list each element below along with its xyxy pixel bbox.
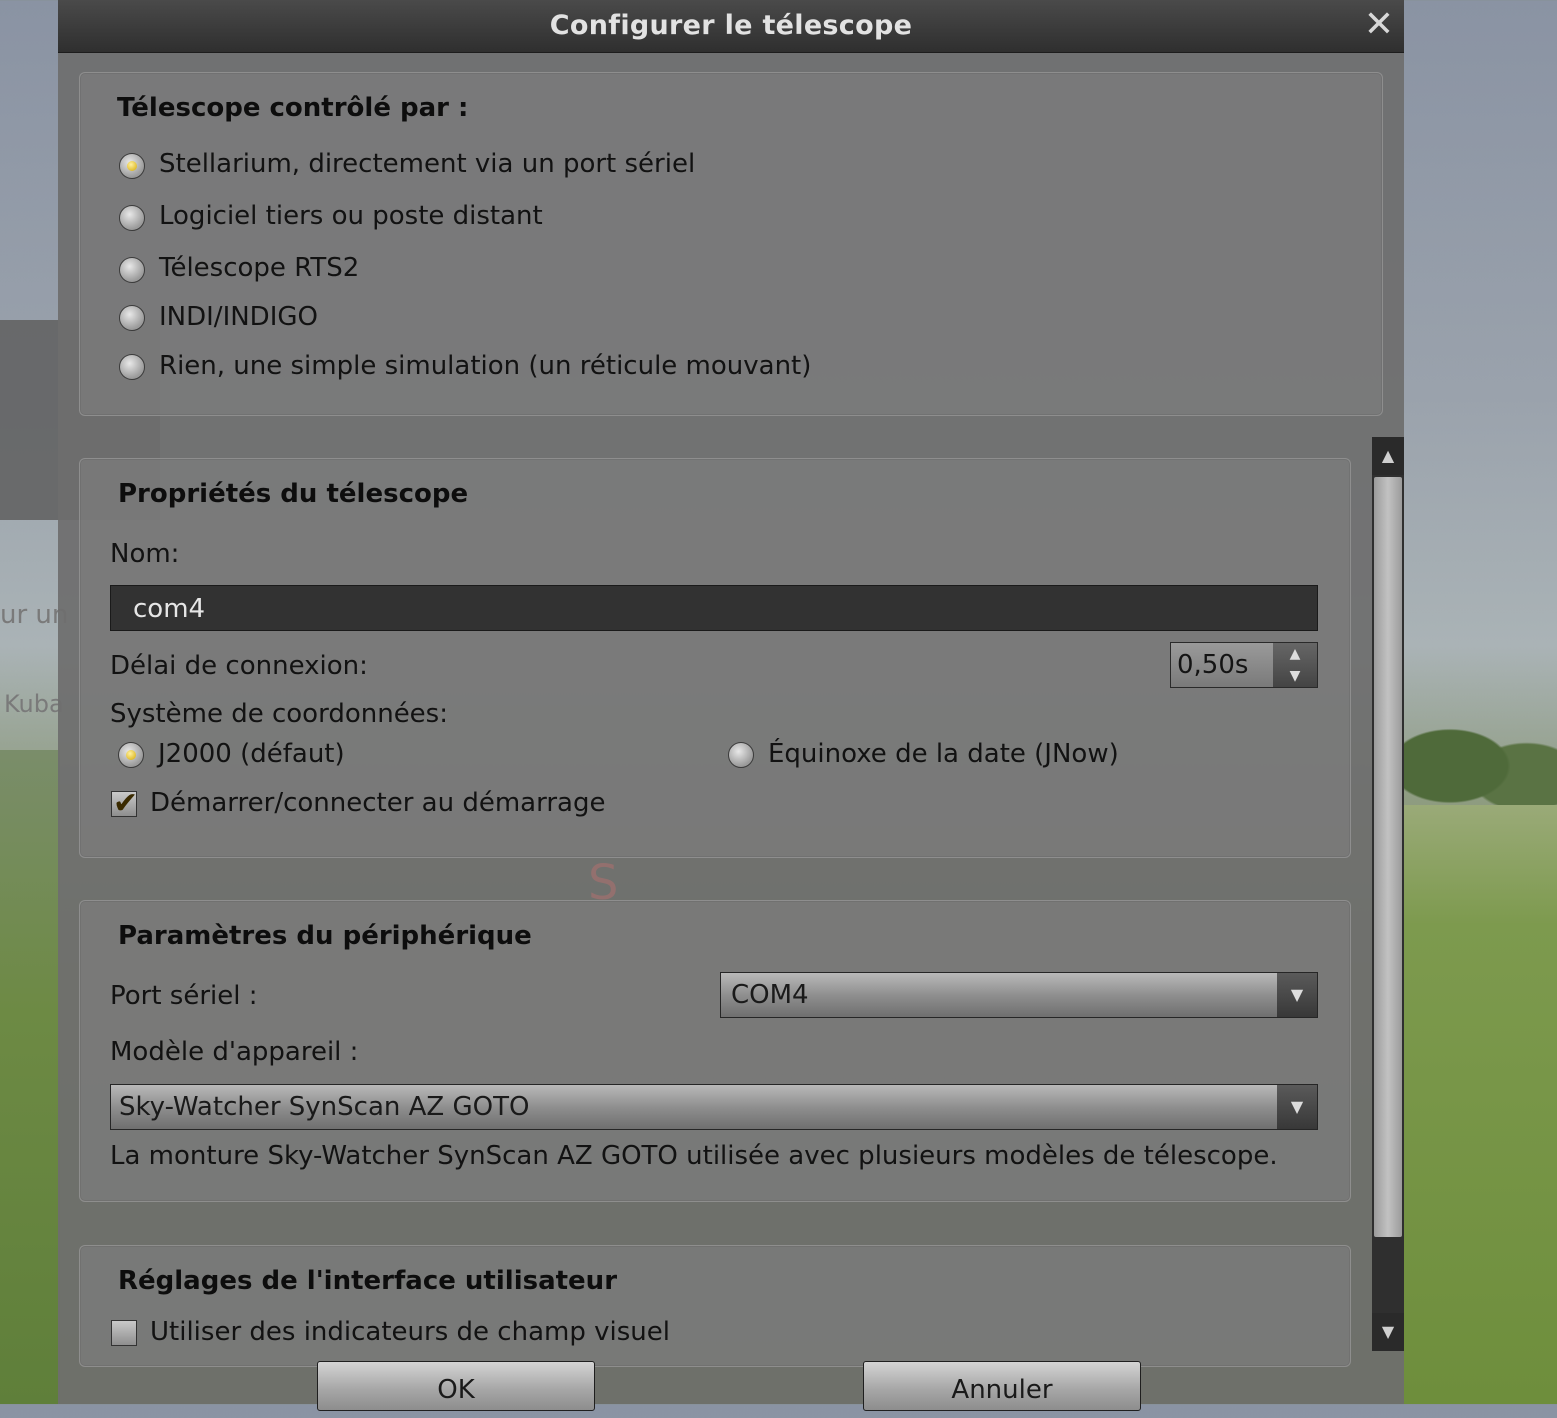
radio-stellarium-label[interactable]: Stellarium, directement via un port séri… [159, 149, 695, 179]
radio-j2000[interactable] [118, 742, 144, 768]
port-combobox[interactable]: COM4 ▼ [720, 972, 1318, 1018]
radio-j2000-label[interactable]: J2000 (défaut) [158, 739, 345, 769]
model-combobox[interactable]: Sky-Watcher SynScan AZ GOTO ▼ [110, 1084, 1318, 1130]
spin-down-icon[interactable]: ▼ [1273, 665, 1317, 687]
fov-label[interactable]: Utiliser des indicateurs de champ visuel [150, 1317, 670, 1347]
name-label: Nom: [110, 539, 180, 569]
radio-stellarium[interactable] [119, 153, 145, 179]
scrollbar-thumb[interactable] [1374, 477, 1402, 1237]
spin-up-icon[interactable]: ▲ [1273, 643, 1317, 665]
chevron-down-icon[interactable]: ▼ [1277, 973, 1317, 1017]
radio-indi-label[interactable]: INDI/INDIGO [159, 302, 318, 332]
radio-simulation[interactable] [119, 354, 145, 380]
radio-indi[interactable] [119, 305, 145, 331]
delay-spinbox[interactable]: 0,50s ▲ ▼ [1170, 642, 1318, 688]
name-input[interactable]: com4 [110, 585, 1318, 631]
properties-group-title: Propriétés du télescope [118, 479, 469, 509]
model-description: La monture Sky-Watcher SynScan AZ GOTO u… [110, 1141, 1278, 1171]
radio-third-party[interactable] [119, 205, 145, 231]
background-field-left [0, 750, 60, 1404]
background-trees [1404, 700, 1557, 810]
port-label: Port sériel : [110, 981, 258, 1011]
autostart-checkbox[interactable] [111, 786, 138, 821]
background-text-2: Kuba [4, 690, 64, 718]
radio-rts2[interactable] [119, 257, 145, 283]
delay-value[interactable]: 0,50s [1177, 650, 1248, 680]
chevron-down-icon[interactable]: ▼ [1277, 1085, 1317, 1129]
ui-settings-group-title: Réglages de l'interface utilisateur [118, 1266, 618, 1296]
scroll-up-icon[interactable]: ▲ [1372, 437, 1404, 475]
radio-jnow[interactable] [728, 742, 754, 768]
background-field-right [1404, 805, 1557, 1404]
vertical-scrollbar[interactable]: ▲ ▼ [1372, 437, 1404, 1351]
device-group-title: Paramètres du périphérique [118, 921, 532, 951]
control-group: Télescope contrôlé par : Stellarium, dir… [79, 72, 1383, 416]
control-group-title: Télescope contrôlé par : [117, 93, 469, 123]
radio-jnow-label[interactable]: Équinoxe de la date (JNow) [768, 739, 1119, 769]
radio-simulation-label[interactable]: Rien, une simple simulation (un réticule… [159, 351, 811, 381]
title-bar[interactable]: Configurer le télescope ✕ [58, 0, 1404, 53]
delay-label: Délai de connexion: [110, 651, 368, 681]
fov-checkbox[interactable] [111, 1320, 137, 1346]
autostart-label[interactable]: Démarrer/connecter au démarrage [150, 788, 605, 818]
close-icon[interactable]: ✕ [1362, 6, 1396, 44]
model-value[interactable]: Sky-Watcher SynScan AZ GOTO [119, 1092, 529, 1122]
radio-third-party-label[interactable]: Logiciel tiers ou poste distant [159, 201, 543, 231]
ui-settings-group: Réglages de l'interface utilisateur [79, 1245, 1351, 1367]
port-value[interactable]: COM4 [731, 980, 809, 1010]
radio-rts2-label[interactable]: Télescope RTS2 [159, 253, 359, 283]
delay-spin-buttons: ▲ ▼ [1273, 643, 1317, 687]
scroll-down-icon[interactable]: ▼ [1372, 1313, 1404, 1351]
dialog-title: Configurer le télescope [549, 10, 913, 41]
telescope-config-dialog: Configurer le télescope ✕ Télescope cont… [58, 0, 1404, 1411]
coords-label: Système de coordonnées: [110, 699, 448, 729]
model-label: Modèle d'appareil : [110, 1037, 359, 1067]
